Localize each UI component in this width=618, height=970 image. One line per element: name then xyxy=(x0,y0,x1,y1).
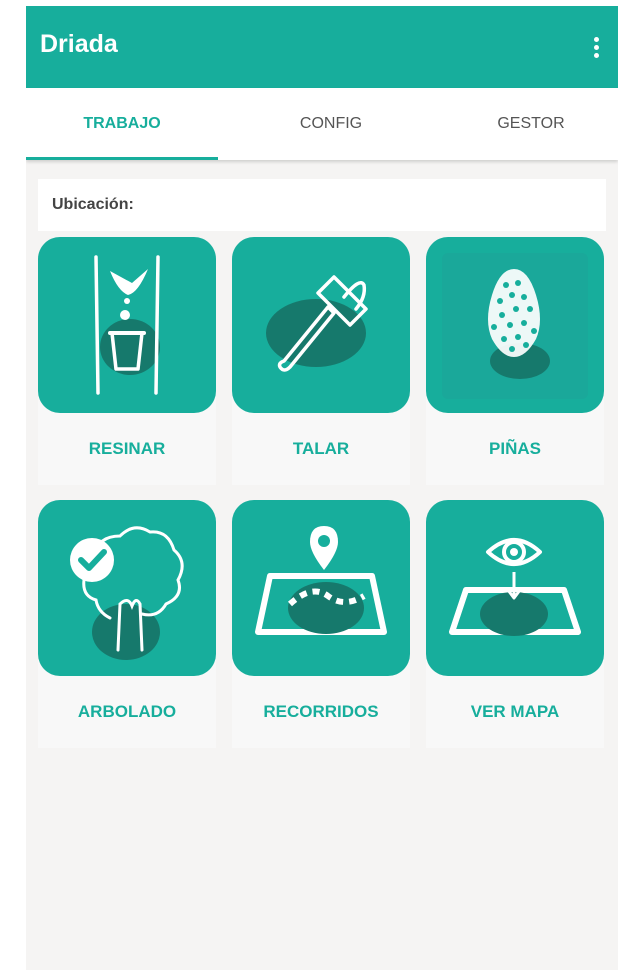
resinar-button[interactable]: RESINAR xyxy=(38,237,216,485)
tab-config[interactable]: CONFIG xyxy=(218,88,444,160)
resinar-label: RESINAR xyxy=(88,439,166,458)
arbolado-button[interactable]: ARBOLADO xyxy=(38,500,216,748)
view-map-icon xyxy=(426,500,604,676)
ver-mapa-button[interactable]: VER MAPA xyxy=(426,500,604,748)
talar-label: TALAR xyxy=(292,439,350,458)
app-title: Driada xyxy=(40,30,118,58)
axe-icon xyxy=(232,237,410,413)
pinas-button[interactable]: PIÑAS xyxy=(426,237,604,485)
app-screen: Driada TRABAJO CONFIG GESTOR Ubicación: xyxy=(26,6,618,970)
arbolado-label: ARBOLADO xyxy=(77,702,177,721)
tab-bar: TRABAJO CONFIG GESTOR xyxy=(26,88,618,160)
tab-gestor[interactable]: GESTOR xyxy=(444,88,618,160)
resin-icon xyxy=(38,237,216,413)
talar-button[interactable]: TALAR xyxy=(232,237,410,485)
location-field[interactable]: Ubicación: xyxy=(38,179,606,231)
ver-mapa-label: VER MAPA xyxy=(470,702,560,721)
pinas-label: PIÑAS xyxy=(489,439,541,458)
more-options-icon[interactable] xyxy=(586,32,606,62)
tree-check-icon xyxy=(38,500,216,676)
route-map-icon xyxy=(232,500,410,676)
pinecone-icon xyxy=(426,237,604,413)
tab-trabajo[interactable]: TRABAJO xyxy=(26,88,218,160)
location-label: Ubicación: xyxy=(52,196,134,213)
app-bar: Driada xyxy=(26,6,618,88)
recorridos-label: RECORRIDOS xyxy=(263,702,379,721)
recorridos-button[interactable]: RECORRIDOS xyxy=(232,500,410,748)
